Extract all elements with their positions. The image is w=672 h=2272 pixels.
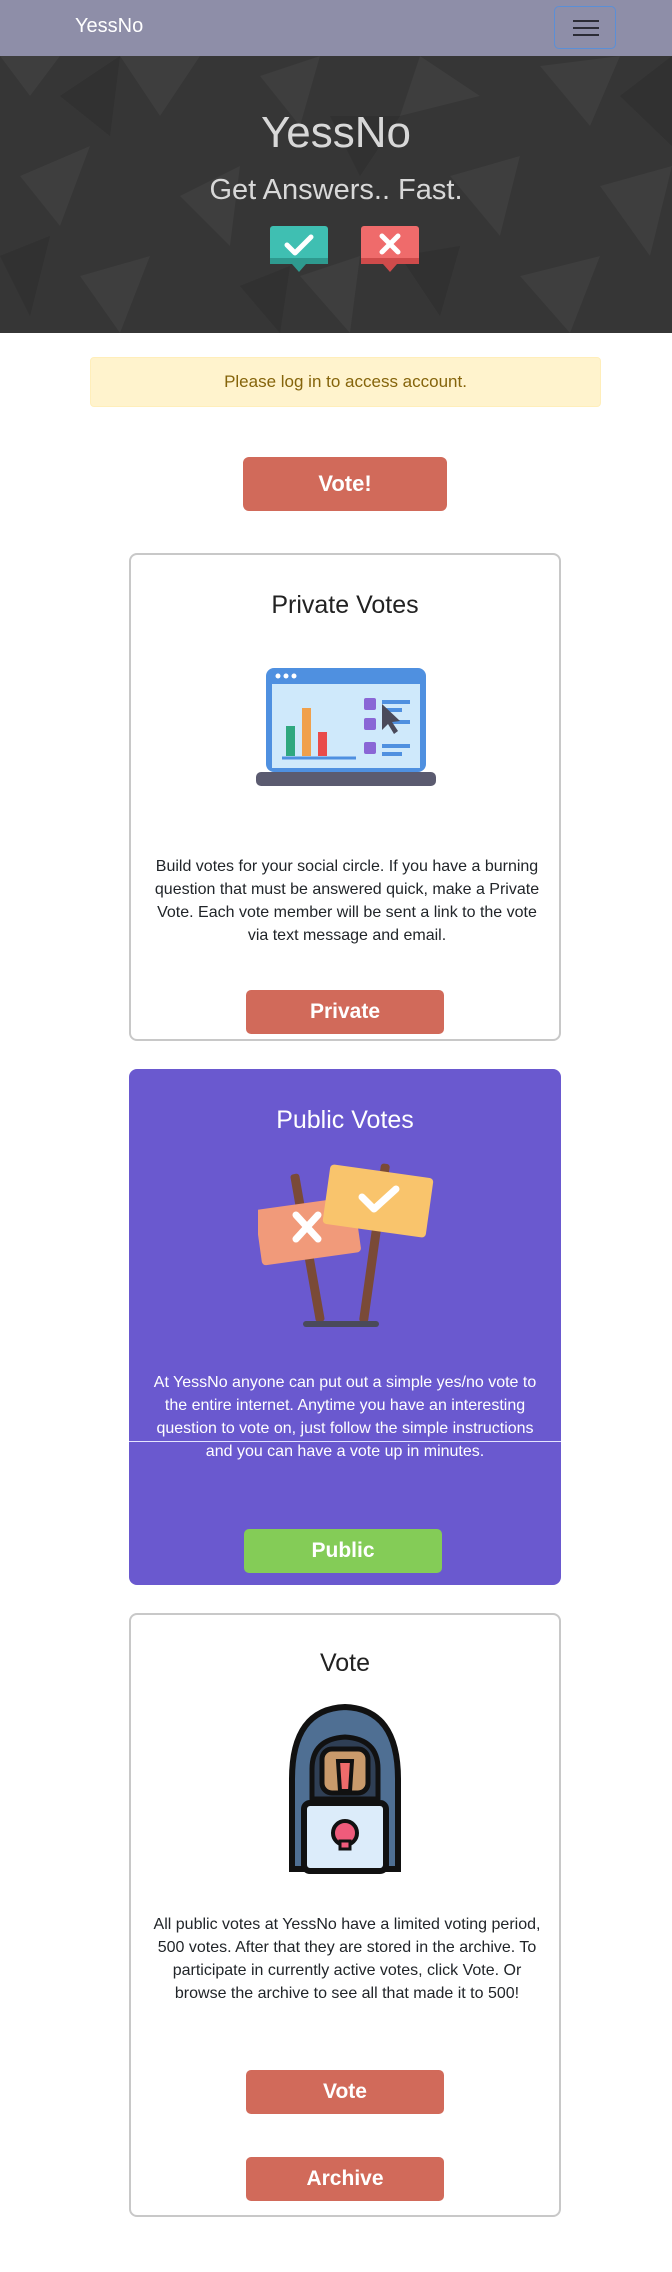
brand-link[interactable]: YessNo — [75, 15, 143, 38]
vote-card: Vote All public votes at YessNo have a l… — [129, 1613, 561, 2217]
laptop-chart-icon — [256, 668, 436, 786]
vote-button[interactable]: Vote — [246, 2070, 444, 2114]
public-votes-description: At YessNo anyone can put out a simple ye… — [153, 1374, 537, 1460]
private-votes-description: Build votes for your social circle. If y… — [154, 858, 540, 944]
vote-main-button[interactable]: Vote! — [243, 457, 447, 511]
archive-button[interactable]: Archive — [246, 2157, 444, 2201]
public-votes-card: Public Votes At YessNo anyone can put ou… — [129, 1069, 561, 1585]
vote-title: Vote — [319, 1649, 371, 1677]
x-speech-bubble-icon — [361, 226, 419, 272]
hero-banner: YessNo Get Answers.. Fast. — [0, 56, 672, 333]
navbar: YessNo — [0, 0, 672, 56]
vote-description: All public votes at YessNo have a limite… — [153, 1916, 541, 2002]
login-alert: Please log in to access account. — [90, 357, 601, 407]
yes-no-signs-icon — [258, 1163, 434, 1327]
hamburger-menu-button[interactable] — [554, 6, 616, 49]
public-button[interactable]: Public — [244, 1529, 442, 1573]
hooded-hacker-laptop-icon — [289, 1703, 401, 1874]
private-votes-title: Private Votes — [271, 591, 419, 619]
public-votes-title: Public Votes — [276, 1106, 414, 1134]
hero-subtitle: Get Answers.. Fast. — [209, 174, 463, 206]
hamburger-menu-icon — [573, 20, 599, 22]
private-votes-card: Private Votes Build votes for your socia… — [129, 553, 561, 1041]
hero-title: YessNo — [260, 108, 412, 157]
check-speech-bubble-icon — [270, 226, 328, 272]
private-button[interactable]: Private — [246, 990, 444, 1034]
